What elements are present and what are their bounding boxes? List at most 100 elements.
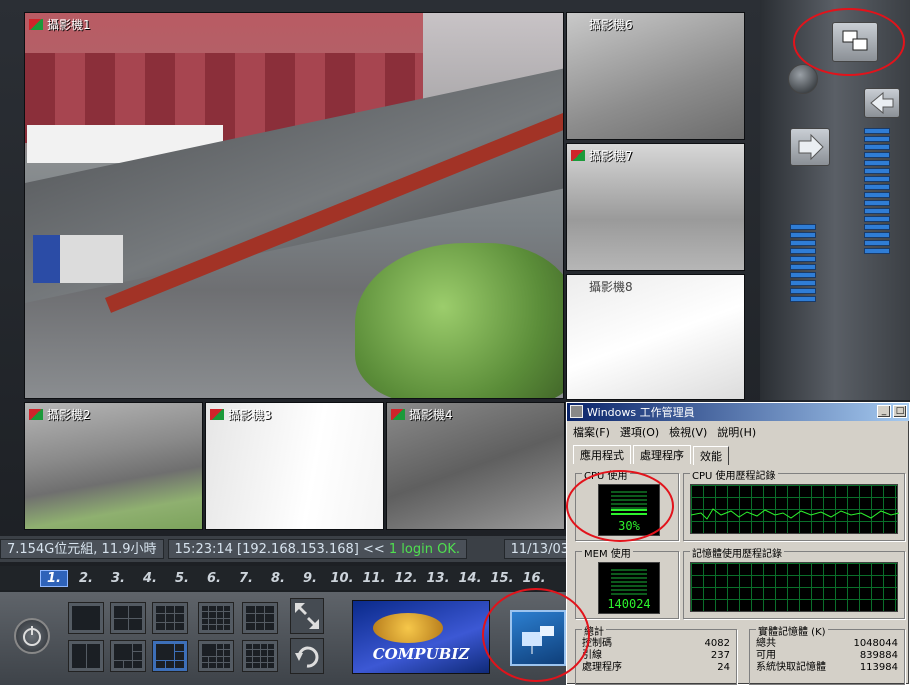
grid-9-icon [246, 606, 274, 630]
led-segment [790, 240, 816, 246]
expand-arrows-icon [295, 603, 319, 629]
grid-1-icon [72, 606, 100, 630]
camera-view-7[interactable]: 攝影機7 [566, 143, 745, 271]
layout-3x3-alt-button[interactable] [242, 602, 278, 634]
tab-processes[interactable]: 處理程序 [633, 445, 691, 464]
menu-help[interactable]: 說明(H) [717, 424, 756, 440]
storage-status: 7.154G位元組, 11.9小時 [0, 539, 164, 559]
forward-arrow-button[interactable] [790, 128, 830, 166]
page-button[interactable]: 9. [296, 571, 324, 586]
mem-meter: 140024 [598, 562, 660, 614]
page-button[interactable]: 11. [360, 571, 388, 586]
grid-split-icon [72, 644, 100, 668]
mem-history-graph [690, 562, 898, 612]
totals-row: 控制碼 4082 [582, 638, 730, 649]
camera-label: 攝影機4 [391, 406, 453, 423]
page-button[interactable]: 14. [456, 571, 484, 586]
camera-label: 攝影機3 [210, 406, 272, 423]
led-segment [790, 232, 816, 238]
rotate-button[interactable] [290, 638, 324, 674]
page-button[interactable]: 7. [232, 571, 260, 586]
led-segment [864, 248, 890, 254]
page-button[interactable]: 2. [72, 571, 100, 586]
camera-view-2[interactable]: 攝影機2 [24, 402, 203, 530]
camera-label: 攝影機2 [29, 406, 91, 423]
led-segment [864, 136, 890, 142]
camera-view-4[interactable]: 攝影機4 [386, 402, 565, 530]
camera-view-6[interactable]: 攝影機6 [566, 12, 745, 140]
led-segment [864, 192, 890, 198]
fullscreen-button[interactable] [290, 598, 324, 634]
back-arrow-button[interactable] [864, 88, 900, 118]
page-button[interactable]: 4. [136, 571, 164, 586]
page-button[interactable]: 1. [40, 569, 68, 587]
flag-icon [29, 409, 43, 420]
mem-usage-group: MEM 使用 140024 [575, 545, 679, 619]
grid-8-icon [156, 644, 184, 668]
layout-1plus5-button[interactable] [110, 640, 146, 672]
arrow-right-icon [798, 133, 824, 161]
layout-4x4-alt-button[interactable] [242, 640, 278, 672]
led-segment [864, 240, 890, 246]
menu-file[interactable]: 檔案(F) [573, 424, 610, 440]
layout-1plus12-button[interactable] [198, 640, 234, 672]
page-button[interactable]: 8. [264, 571, 292, 586]
led-segment [864, 232, 890, 238]
page-button[interactable]: 13. [424, 571, 452, 586]
led-segment [790, 248, 816, 254]
totals-group: 總計 控制碼 4082 引線 237 處理程序 24 [575, 623, 737, 685]
layout-1plus7-button[interactable] [152, 640, 188, 672]
camera-view-3[interactable]: 攝影機3 [205, 402, 384, 530]
led-segment [864, 176, 890, 182]
power-icon [23, 626, 41, 646]
layout-3x3-button[interactable] [152, 602, 188, 634]
page-button[interactable]: 15. [488, 571, 516, 586]
led-segment [790, 296, 816, 302]
totals-list: 控制碼 4082 引線 237 處理程序 24 [582, 638, 730, 674]
totals-row: 引線 237 [582, 650, 730, 661]
physmem-list: 總共 1048044 可用 839884 系統快取記憶體 113984 [756, 638, 898, 674]
led-segment [864, 144, 890, 150]
cpu-history-group: CPU 使用歷程記錄 [683, 467, 905, 541]
grid-13-icon [202, 644, 230, 668]
task-manager-window: Windows 工作管理員 _ □ 檔案(F) 選項(O) 檢視(V) 說明(H… [566, 402, 910, 685]
page-button[interactable]: 5. [168, 571, 196, 586]
camera-page-bar: 1. 2. 3. 4. 5. 6. 7. 8. 9. 10. 11. 12. 13. 14. 15. 16. [0, 566, 580, 590]
layout-1plus-button[interactable] [68, 640, 104, 672]
camera-label: 攝影機6 [589, 18, 633, 32]
maximize-button[interactable]: □ [893, 405, 907, 418]
page-button[interactable]: 3. [104, 571, 132, 586]
led-segment [790, 280, 816, 286]
flag-icon [391, 409, 405, 420]
layout-2x2-button[interactable] [110, 602, 146, 634]
group-title: 記憶體使用歷程記錄 [690, 545, 784, 560]
annotation-circle [566, 470, 674, 542]
led-segment [790, 272, 816, 278]
page-button[interactable]: 12. [392, 571, 420, 586]
page-button[interactable]: 16. [520, 571, 548, 586]
scene-truck [33, 235, 123, 283]
led-segment [864, 152, 890, 158]
camera-view-1[interactable]: 攝影機1 [24, 12, 564, 399]
minimize-button[interactable]: _ [877, 405, 891, 418]
menu-view[interactable]: 檢視(V) [669, 424, 707, 440]
layout-4x4-button[interactable] [198, 602, 234, 634]
tab-performance[interactable]: 效能 [693, 446, 729, 465]
grid-16-icon [202, 606, 230, 630]
grid-9-icon [156, 606, 184, 630]
led-segment [864, 224, 890, 230]
annotation-circle [793, 8, 905, 76]
grid-4-icon [114, 606, 142, 630]
page-button[interactable]: 10. [328, 571, 356, 586]
page-button[interactable]: 6. [200, 571, 228, 586]
mem-history-group: 記憶體使用歷程記錄 [683, 545, 905, 619]
menu-options[interactable]: 選項(O) [620, 424, 659, 440]
led-segment [864, 168, 890, 174]
window-titlebar[interactable]: Windows 工作管理員 _ □ [567, 403, 909, 421]
camera-view-8[interactable]: 攝影機8 [566, 274, 745, 400]
tab-applications[interactable]: 應用程式 [573, 445, 631, 464]
led-segment [790, 224, 816, 230]
power-button[interactable] [14, 618, 50, 654]
arrow-left-icon [870, 91, 894, 115]
layout-1x1-button[interactable] [68, 602, 104, 634]
